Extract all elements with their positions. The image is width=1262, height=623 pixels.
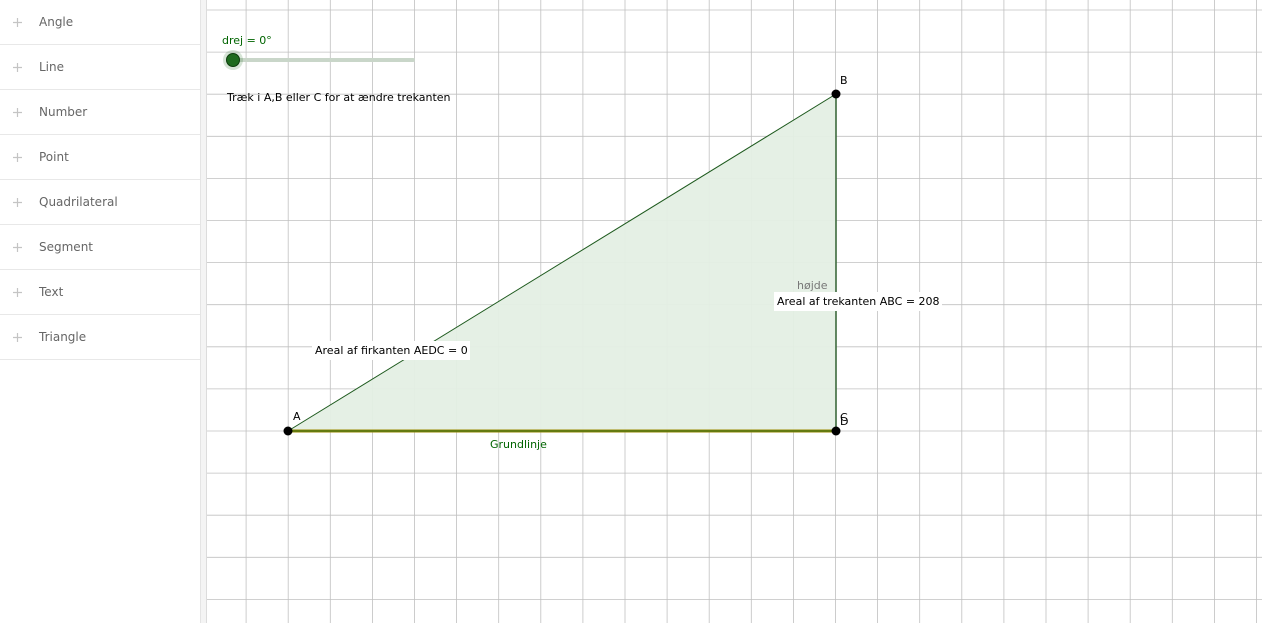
point-b-label: B xyxy=(840,74,848,87)
instruction-text: Træk i A,B eller C for at ændre trekante… xyxy=(227,91,451,104)
sidebar-item-label: Quadrilateral xyxy=(39,195,118,209)
algebra-sidebar: Angle Line Number Point Quadrilateral Se… xyxy=(0,0,201,623)
sidebar-item-number[interactable]: Number xyxy=(0,90,200,135)
plus-icon[interactable] xyxy=(10,60,24,74)
sidebar-item-point[interactable]: Point xyxy=(0,135,200,180)
sidebar-item-line[interactable]: Line xyxy=(0,45,200,90)
graphics-view[interactable]: drej = 0° Træk i A,B eller C for at ændr… xyxy=(207,0,1262,623)
sidebar-item-angle[interactable]: Angle xyxy=(0,0,200,45)
point-d-label: D xyxy=(840,415,849,428)
area-triangle-text: Areal af trekanten ABC = 208 xyxy=(774,292,942,311)
point-a[interactable] xyxy=(283,426,293,436)
baseline-label: Grundlinje xyxy=(490,438,547,451)
plus-icon[interactable] xyxy=(10,150,24,164)
plus-icon[interactable] xyxy=(10,15,24,29)
sidebar-item-text[interactable]: Text xyxy=(0,270,200,315)
plus-icon[interactable] xyxy=(10,105,24,119)
plus-icon[interactable] xyxy=(10,330,24,344)
slider-label: drej = 0° xyxy=(222,34,272,47)
sidebar-item-label: Point xyxy=(39,150,69,164)
sidebar-item-label: Line xyxy=(39,60,65,74)
plus-icon[interactable] xyxy=(10,285,24,299)
sidebar-item-triangle[interactable]: Triangle xyxy=(0,315,200,360)
area-quadrilateral-text: Areal af firkanten AEDC = 0 xyxy=(312,341,470,360)
sidebar-item-label: Angle xyxy=(39,15,74,29)
sidebar-item-label: Triangle xyxy=(39,330,87,344)
sidebar-item-quadrilateral[interactable]: Quadrilateral xyxy=(0,180,200,225)
rotation-slider-knob[interactable] xyxy=(226,53,240,67)
plus-icon[interactable] xyxy=(10,240,24,254)
rotation-slider-track[interactable] xyxy=(233,58,415,62)
plus-icon[interactable] xyxy=(10,195,24,209)
height-label: højde xyxy=(797,279,828,292)
sidebar-item-label: Number xyxy=(39,105,88,119)
sidebar-item-segment[interactable]: Segment xyxy=(0,225,200,270)
geogebra-app: Angle Line Number Point Quadrilateral Se… xyxy=(0,0,1262,623)
sidebar-item-label: Segment xyxy=(39,240,93,254)
sidebar-item-label: Text xyxy=(39,285,64,299)
point-a-label: A xyxy=(293,410,301,423)
panel-divider[interactable] xyxy=(200,0,207,623)
point-b[interactable] xyxy=(831,89,841,99)
